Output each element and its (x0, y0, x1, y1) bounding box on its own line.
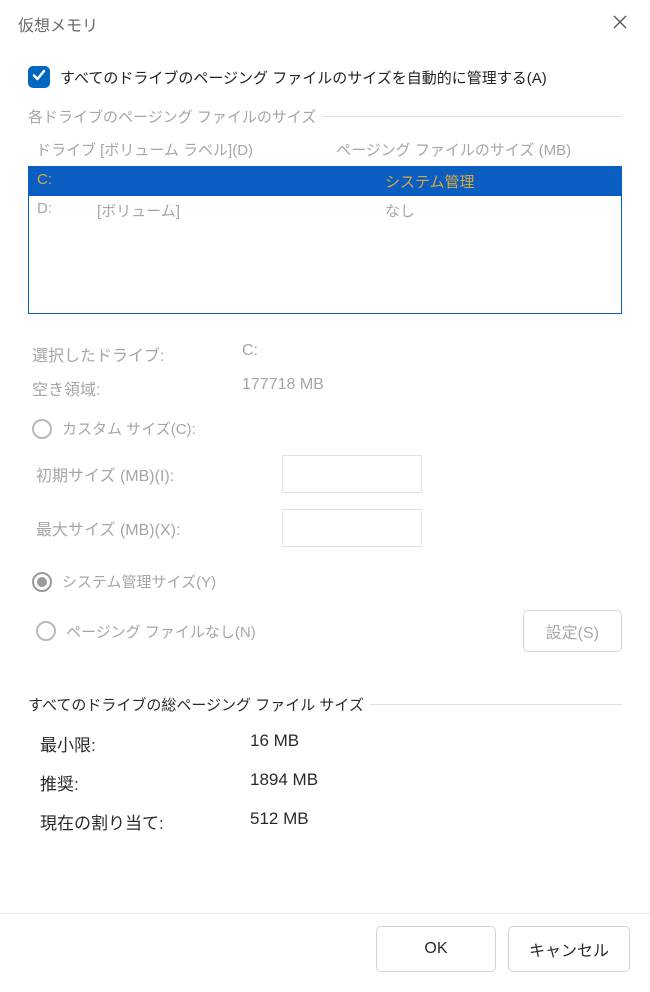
system-managed-radio-row[interactable]: システム管理サイズ(Y) (28, 571, 622, 592)
no-paging-and-set-row: ページング ファイルなし(N) 設定(S) (28, 610, 622, 652)
totals-section: すべてのドライブの総ページング ファイル サイズ 最小限: 16 MB 推奨: … (28, 694, 622, 834)
min-value: 16 MB (250, 731, 622, 756)
dialog-footer: OK キャンセル (0, 909, 650, 992)
totals-grid: 最小限: 16 MB 推奨: 1894 MB 現在の割り当て: 512 MB (28, 731, 622, 834)
initial-size-row: 初期サイズ (MB)(I): (28, 455, 622, 493)
ok-button[interactable]: OK (376, 926, 496, 972)
system-managed-label: システム管理サイズ(Y) (62, 571, 216, 592)
selected-drive-info: 選択したドライブ: C: 空き領域: 177718 MB (28, 342, 622, 400)
totals-title: すべてのドライブの総ページング ファイル サイズ (28, 694, 622, 715)
close-button[interactable] (604, 8, 636, 40)
window-title: 仮想メモリ (18, 12, 98, 36)
dialog-content: すべてのドライブのページング ファイルのサイズを自動的に管理する(A) 各ドライ… (0, 48, 650, 992)
cancel-button[interactable]: キャンセル (508, 926, 630, 972)
auto-manage-label: すべてのドライブのページング ファイルのサイズを自動的に管理する(A) (60, 67, 547, 88)
drive-letter: D: (37, 200, 97, 221)
drive-paging-size: なし (385, 200, 613, 221)
drive-list[interactable]: C: システム管理 D: [ボリューム] なし (28, 166, 622, 314)
drive-letter: C: (37, 171, 97, 192)
drive-list-header: ドライブ [ボリューム ラベル](D) ページング ファイルのサイズ (MB) (28, 139, 622, 166)
drive-header-drive: ドライブ [ボリューム ラベル](D) (36, 139, 336, 160)
free-space-value: 177718 MB (242, 376, 622, 400)
max-size-row: 最大サイズ (MB)(X): (28, 509, 622, 547)
drive-header-size: ページング ファイルのサイズ (MB) (336, 139, 614, 160)
no-paging-radio-row[interactable]: ページング ファイルなし(N) (32, 621, 256, 642)
custom-size-label: カスタム サイズ(C): (62, 418, 196, 439)
drive-volume-label (97, 171, 385, 192)
max-size-label: 最大サイズ (MB)(X): (36, 516, 262, 540)
current-label: 現在の割り当て: (40, 809, 250, 834)
drive-volume-label: [ボリューム] (97, 200, 385, 221)
drives-section-title: 各ドライブのページング ファイルのサイズ (28, 106, 622, 127)
auto-manage-row[interactable]: すべてのドライブのページング ファイルのサイズを自動的に管理する(A) (28, 66, 622, 88)
recommended-label: 推奨: (40, 770, 250, 795)
set-button[interactable]: 設定(S) (523, 610, 622, 652)
check-icon (32, 68, 46, 86)
min-label: 最小限: (40, 731, 250, 756)
initial-size-label: 初期サイズ (MB)(I): (36, 462, 262, 486)
auto-manage-checkbox[interactable] (28, 66, 50, 88)
no-paging-label: ページング ファイルなし(N) (66, 621, 256, 642)
drive-row[interactable]: D: [ボリューム] なし (29, 196, 621, 225)
initial-size-input[interactable] (282, 455, 422, 493)
recommended-value: 1894 MB (250, 770, 622, 795)
system-managed-radio[interactable] (32, 572, 52, 592)
max-size-input[interactable] (282, 509, 422, 547)
title-bar: 仮想メモリ (0, 0, 650, 48)
custom-size-radio[interactable] (32, 419, 52, 439)
current-value: 512 MB (250, 809, 622, 834)
free-space-label: 空き領域: (32, 376, 242, 400)
drives-fieldset: 各ドライブのページング ファイルのサイズ ドライブ [ボリューム ラベル](D)… (28, 106, 622, 652)
selected-drive-label: 選択したドライブ: (32, 342, 242, 366)
virtual-memory-dialog: 仮想メモリ すべてのドライブのページング ファイルのサイズを自動的に管理する(A… (0, 0, 650, 992)
selected-drive-value: C: (242, 342, 622, 366)
close-icon (613, 15, 627, 34)
custom-size-radio-row[interactable]: カスタム サイズ(C): (28, 418, 622, 439)
no-paging-radio[interactable] (36, 621, 56, 641)
drive-row[interactable]: C: システム管理 (29, 167, 621, 196)
drive-paging-size: システム管理 (385, 171, 613, 192)
